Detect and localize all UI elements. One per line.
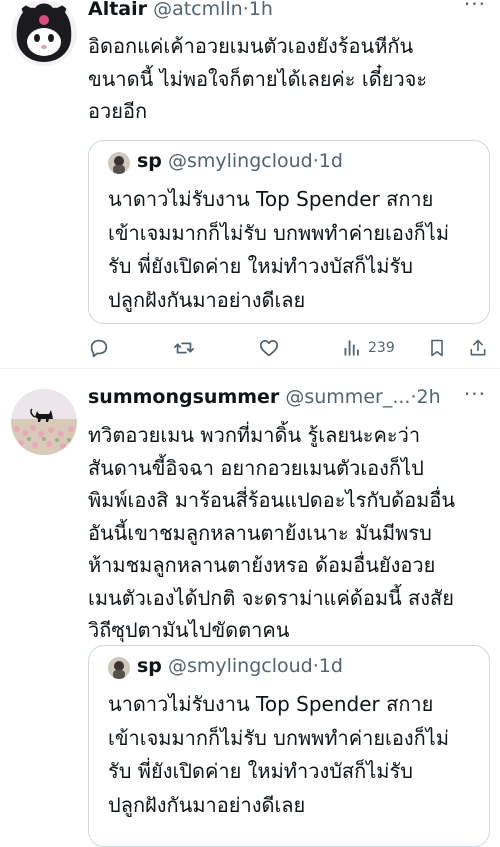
author-name[interactable]: summongsummer xyxy=(88,386,279,408)
quoted-avatar xyxy=(108,152,130,174)
quoted-header: sp @smylingcloud·1d xyxy=(137,653,343,679)
avatar[interactable] xyxy=(11,389,77,455)
tweet[interactable]: summongsummer @summer_...·2h ··· ทวิตอวย… xyxy=(0,369,500,847)
bookmark-button[interactable] xyxy=(427,333,447,363)
tweet-text: อิดอกแค่เค้าอวยเมนตัวเองยังร้อนหีกัน ขนา… xyxy=(88,34,428,123)
timestamp[interactable]: 1h xyxy=(249,0,273,20)
timestamp[interactable]: 2h xyxy=(416,386,440,408)
reply-icon xyxy=(90,339,108,358)
share-button[interactable] xyxy=(468,333,488,363)
quoted-author-name: sp xyxy=(137,655,162,677)
quoted-tweet[interactable]: sp @smylingcloud·1d นาดาวไม่รับงาน Top S… xyxy=(88,140,490,324)
views-icon xyxy=(344,340,359,356)
quoted-text: นาดาวไม่รับงาน Top Spender สกาย เข้าเจมม… xyxy=(108,187,450,312)
more-options-icon[interactable]: ··· xyxy=(464,382,486,406)
quoted-author-handle: @smylingcloud xyxy=(167,655,313,677)
action-bar: 239 xyxy=(88,333,488,363)
author-handle[interactable]: @atcmlln xyxy=(153,0,243,20)
tweet-header: Altair @atcmlln·1h xyxy=(88,0,454,21)
author-name[interactable]: Altair xyxy=(88,0,147,20)
views-button[interactable]: 239 xyxy=(342,333,395,363)
tweet[interactable]: Altair @atcmlln·1h ··· อิดอกแค่เค้าอวยเม… xyxy=(0,0,500,368)
reply-button[interactable] xyxy=(88,333,110,363)
avatar[interactable] xyxy=(11,0,77,66)
tweet-text: ทวิตอวยเมน พวกที่มาดิ้น รู้เลยนะคะว่า สั… xyxy=(88,423,456,642)
quoted-avatar xyxy=(108,657,130,679)
share-icon xyxy=(470,339,486,356)
views-count: 239 xyxy=(368,340,395,356)
like-button[interactable] xyxy=(258,333,280,363)
quoted-timestamp: 1d xyxy=(318,655,343,677)
bookmark-icon xyxy=(431,339,443,357)
quoted-author-handle: @smylingcloud xyxy=(167,150,313,172)
retweet-button[interactable] xyxy=(173,333,195,363)
quoted-text: นาดาวไม่รับงาน Top Spender สกาย เข้าเจมม… xyxy=(108,692,450,817)
author-handle[interactable]: @summer_... xyxy=(285,386,410,408)
more-options-icon[interactable]: ··· xyxy=(464,0,486,16)
quoted-header: sp @smylingcloud·1d xyxy=(137,148,343,174)
quoted-tweet[interactable]: sp @smylingcloud·1d นาดาวไม่รับงาน Top S… xyxy=(88,645,490,847)
quoted-timestamp: 1d xyxy=(318,150,343,172)
like-icon xyxy=(259,339,279,357)
retweet-icon xyxy=(173,342,195,354)
tweet-header: summongsummer @summer_...·2h xyxy=(88,385,454,409)
quoted-author-name: sp xyxy=(137,150,162,172)
